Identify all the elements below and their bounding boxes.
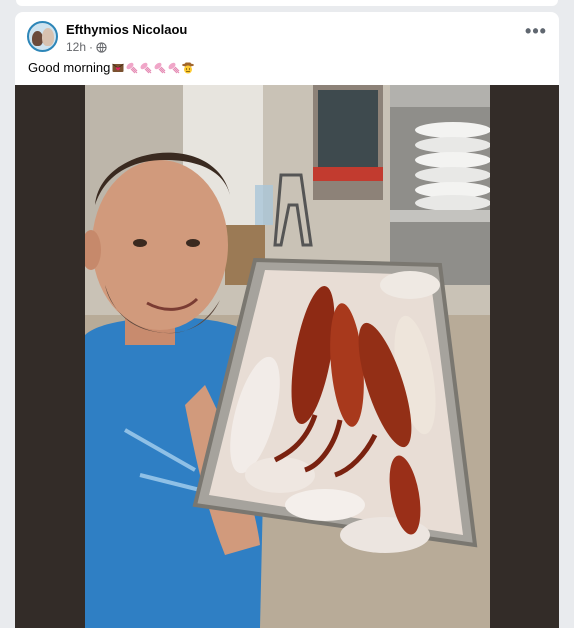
photo-scene bbox=[85, 85, 490, 628]
squid-emoji-icon bbox=[154, 62, 166, 73]
post-meta: 12h · bbox=[66, 40, 107, 54]
globe-icon[interactable] bbox=[96, 41, 107, 53]
face bbox=[92, 160, 228, 330]
meta-separator: · bbox=[89, 40, 94, 54]
left-eye bbox=[133, 239, 147, 247]
photo-illustration bbox=[85, 85, 490, 628]
cowboy-face-emoji-icon bbox=[182, 62, 195, 73]
post-photo[interactable] bbox=[15, 85, 559, 628]
previous-post-edge bbox=[16, 0, 558, 6]
post-caption: Good morning bbox=[28, 60, 195, 75]
water-bottles bbox=[255, 185, 273, 225]
squid-emoji-icon bbox=[168, 62, 180, 73]
squid-emoji-icon bbox=[140, 62, 152, 73]
upper-shelf bbox=[390, 85, 490, 107]
fridge-red-stripe bbox=[313, 167, 383, 181]
author-avatar[interactable] bbox=[27, 21, 58, 52]
love-letter-emoji-icon bbox=[112, 63, 125, 72]
post-time[interactable]: 12h bbox=[66, 40, 86, 54]
caption-text: Good morning bbox=[28, 60, 111, 75]
post-card: Efthymios Nicolaou 12h · ••• Good mornin… bbox=[15, 12, 559, 628]
avatar-person-right bbox=[42, 28, 54, 46]
author-name[interactable]: Efthymios Nicolaou bbox=[66, 22, 187, 37]
squid-emoji-icon bbox=[126, 62, 138, 73]
middle-shelf bbox=[390, 210, 490, 222]
more-options-button[interactable]: ••• bbox=[523, 22, 549, 46]
right-eye bbox=[186, 239, 200, 247]
fridge-glass bbox=[318, 90, 378, 168]
